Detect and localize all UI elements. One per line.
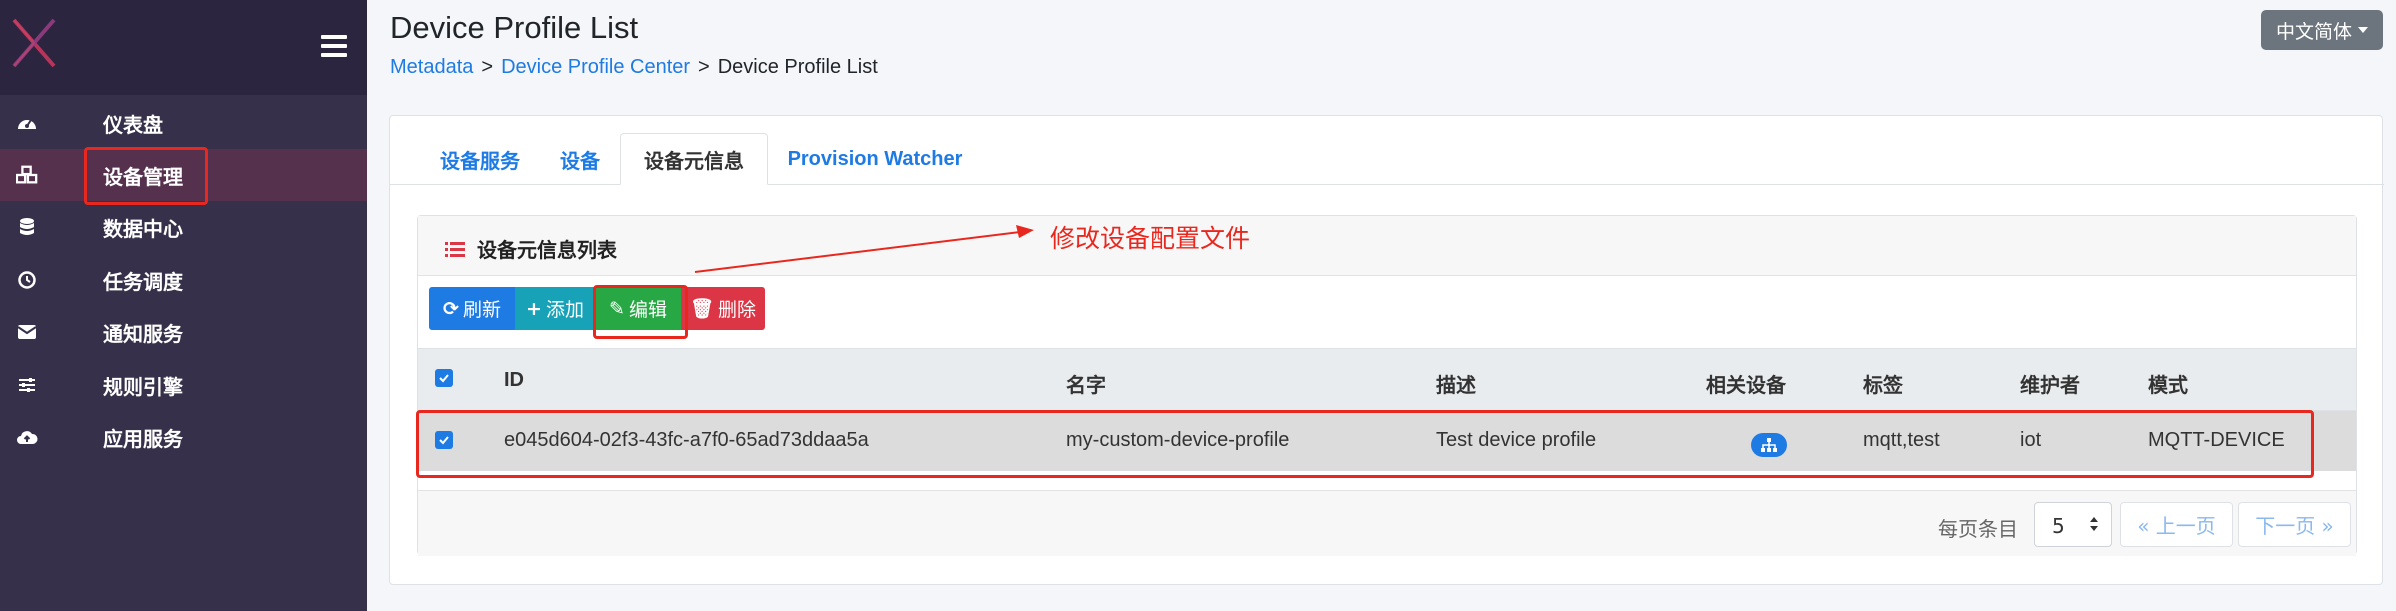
pagination-bar: 每页条目 5 « 上一页 下一页 »: [418, 490, 2356, 556]
prev-page-button[interactable]: « 上一页: [2120, 502, 2233, 547]
cloud-upload-icon: [16, 426, 38, 448]
language-label: 中文简体: [2275, 20, 2352, 43]
column-header-id: ID: [504, 369, 524, 391]
tab-device-profiles[interactable]: 设备元信息: [620, 133, 768, 185]
main-card: 设备服务 设备 设备元信息 Provision Watcher 设备元信息列表 …: [389, 115, 2384, 585]
tab-provision-watcher[interactable]: Provision Watcher: [768, 133, 982, 185]
menu-toggle-icon[interactable]: [321, 35, 347, 57]
clock-icon: [16, 269, 38, 291]
breadcrumb-metadata-link[interactable]: Metadata: [390, 56, 473, 78]
page-title: Device Profile List: [390, 10, 639, 45]
panel-header: 设备元信息列表: [418, 216, 2356, 276]
panel-title-text: 设备元信息列表: [477, 238, 617, 262]
annotation-label: 修改设备配置文件: [1050, 224, 1251, 253]
envelope-icon: [16, 321, 38, 343]
sort-arrows-icon: [2090, 517, 2098, 531]
table-header: ID 名字 描述 相关设备 标签 维护者 模式: [418, 348, 2356, 411]
sidebar-item-label: 通知服务: [103, 321, 183, 346]
column-header-related-devices: 相关设备: [1706, 373, 1786, 397]
sidebar-item-label: 任务调度: [103, 269, 183, 294]
plus-icon: +: [526, 297, 542, 320]
breadcrumb-separator: >: [698, 56, 710, 78]
column-header-name: 名字: [1066, 373, 1106, 397]
logo: [12, 18, 56, 68]
panel-title: 设备元信息列表: [445, 234, 617, 263]
refresh-button[interactable]: ⟳ 刷新: [429, 287, 515, 330]
database-icon: [16, 216, 38, 238]
highlight-sidebar-device-management: [84, 147, 208, 205]
sidebar-item-label: 应用服务: [103, 426, 183, 451]
next-page-button[interactable]: 下一页 »: [2238, 502, 2351, 547]
caret-down-icon: [2358, 27, 2368, 33]
column-header-maintainer: 维护者: [2020, 373, 2080, 397]
sidebar-item-data-center[interactable]: 数据中心: [0, 201, 367, 253]
column-header-description: 描述: [1436, 373, 1476, 397]
per-page-value: 5: [2052, 514, 2065, 538]
dashboard-icon: [16, 112, 38, 134]
trash-icon: 🗑: [689, 298, 715, 320]
sidebar-item-app-services[interactable]: 应用服务: [0, 411, 367, 463]
sidebar-item-notifications[interactable]: 通知服务: [0, 306, 367, 358]
cubes-icon: [16, 164, 38, 186]
highlight-edit-button: [593, 285, 688, 339]
per-page-label: 每页条目: [1938, 517, 2018, 541]
tab-device-services[interactable]: 设备服务: [420, 133, 540, 185]
language-dropdown[interactable]: 中文简体: [2261, 10, 2383, 50]
per-page-select[interactable]: 5: [2034, 502, 2112, 547]
delete-button[interactable]: 🗑 删除: [681, 287, 765, 330]
sidebar-item-dashboard[interactable]: 仪表盘: [0, 97, 367, 149]
select-all-checkbox[interactable]: [435, 369, 453, 387]
add-button[interactable]: + 添加: [515, 287, 595, 330]
column-header-labels: 标签: [1863, 373, 1903, 397]
tab-devices[interactable]: 设备: [540, 133, 620, 185]
highlight-table-row: [416, 410, 2314, 478]
breadcrumb-separator: >: [481, 56, 494, 78]
sidebar: 仪表盘 设备管理 数据中心 任务调度 通知服务 规则引擎 应用服务: [0, 0, 367, 611]
refresh-icon: ⟳: [443, 297, 459, 320]
device-profile-panel: 设备元信息列表 ⟳ 刷新 + 添加 ✎ 编辑 🗑 删除 ID 名字 描述 相关设备 标签…: [417, 215, 2357, 556]
sidebar-item-label: 仪表盘: [103, 112, 163, 137]
breadcrumb: Metadata > Device Profile Center > Device Pr…: [390, 56, 878, 79]
sidebar-item-label: 数据中心: [103, 216, 183, 241]
list-icon: [445, 241, 465, 257]
sidebar-item-label: 规则引擎: [103, 374, 183, 399]
breadcrumb-device-profile-center-link[interactable]: Device Profile Center: [501, 56, 690, 78]
sidebar-header: [0, 0, 367, 95]
sidebar-item-rules-engine[interactable]: 规则引擎: [0, 359, 367, 411]
sidebar-item-scheduler[interactable]: 任务调度: [0, 254, 367, 306]
sliders-icon: [16, 374, 38, 396]
column-header-model: 模式: [2148, 373, 2188, 397]
breadcrumb-current: Device Profile List: [717, 56, 878, 78]
